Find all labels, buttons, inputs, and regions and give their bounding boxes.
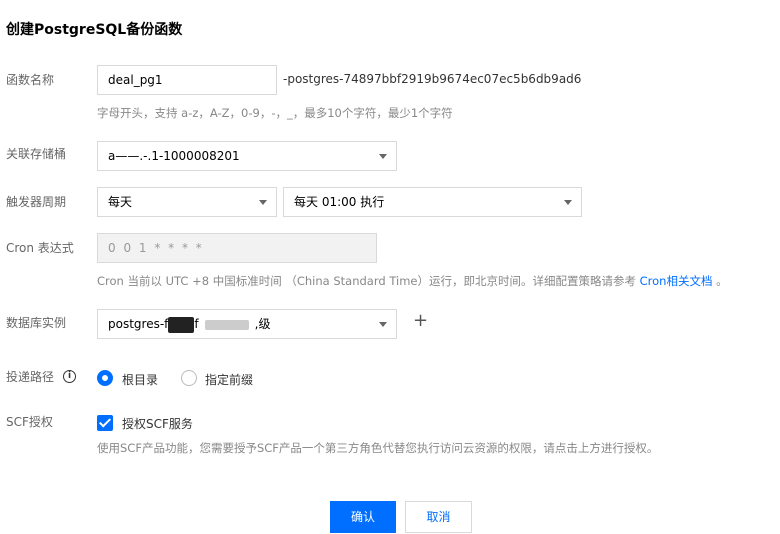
function-name-label: 函数名称 <box>6 73 55 87</box>
db-instance-label: 数据库实例 <box>6 316 67 330</box>
cron-hint: Cron 当前以 UTC +8 中国标准时间 （China Standard T… <box>97 273 728 289</box>
scf-authorize-checkbox[interactable] <box>97 415 113 431</box>
db-instance-value-mid: f <box>194 317 199 331</box>
bucket-label: 关联存储桶 <box>6 147 67 161</box>
cron-hint-text: Cron 当前以 UTC +8 中国标准时间 （China Standard T… <box>97 274 636 288</box>
scf-authorize-checkbox-label[interactable]: 授权SCF服务 <box>122 415 193 432</box>
function-name-input[interactable]: deal_pg1 <box>97 65 277 95</box>
db-instance-value-suffix: ,级 <box>254 317 271 331</box>
confirm-button[interactable]: 确认 <box>330 501 396 533</box>
page-title: 创建PostgreSQL备份函数 <box>6 22 183 38</box>
cron-hint-suffix: 。 <box>716 274 728 288</box>
db-instance-value-prefix: postgres-f <box>108 317 169 331</box>
add-instance-icon[interactable]: + <box>413 312 428 330</box>
radio-specified-prefix-label[interactable]: 指定前缀 <box>205 371 253 388</box>
radio-root-directory-label[interactable]: 根目录 <box>122 371 158 388</box>
trigger-time-value: 每天 01:00 执行 <box>294 195 385 209</box>
function-name-hint: 字母开头，支持 a-z，A-Z，0-9，-，_，最多10个字符，最少1个字符 <box>97 106 453 120</box>
cron-docs-link[interactable]: Cron相关文档 <box>640 274 713 288</box>
cancel-button[interactable]: 取消 <box>405 501 472 533</box>
bucket-select[interactable]: a——.-.1-1000008201 <box>97 141 397 171</box>
delivery-path-label: 投递路径 <box>6 370 55 384</box>
bucket-select-value: a——.-.1-1000008201 <box>108 149 240 163</box>
radio-specified-prefix[interactable] <box>181 370 197 386</box>
redaction-mask <box>204 319 249 330</box>
db-instance-select[interactable]: postgres-f f ,级 <box>97 309 397 339</box>
scf-label: SCF授权 <box>6 415 53 429</box>
scf-hint: 使用SCF产品功能，您需要授予SCF产品一个第三方角色代替您执行访问云资源的权限… <box>97 441 659 455</box>
trigger-period-label: 触发器周期 <box>6 195 67 209</box>
chevron-down-icon <box>259 200 267 205</box>
chevron-down-icon <box>564 200 572 205</box>
redaction-mask <box>168 316 195 333</box>
chevron-down-icon <box>379 154 387 159</box>
info-icon[interactable]: i <box>63 370 76 383</box>
trigger-time-select[interactable]: 每天 01:00 执行 <box>283 187 582 217</box>
function-name-suffix: -postgres-74897bbf2919b9674ec07ec5b6db9a… <box>283 72 582 86</box>
chevron-down-icon <box>379 322 387 327</box>
trigger-period-value: 每天 <box>108 195 133 209</box>
trigger-period-select[interactable]: 每天 <box>97 187 277 217</box>
cron-input: 0 0 1 * * * * <box>97 233 377 263</box>
cron-label: Cron 表达式 <box>6 241 74 255</box>
radio-root-directory[interactable] <box>97 370 113 386</box>
